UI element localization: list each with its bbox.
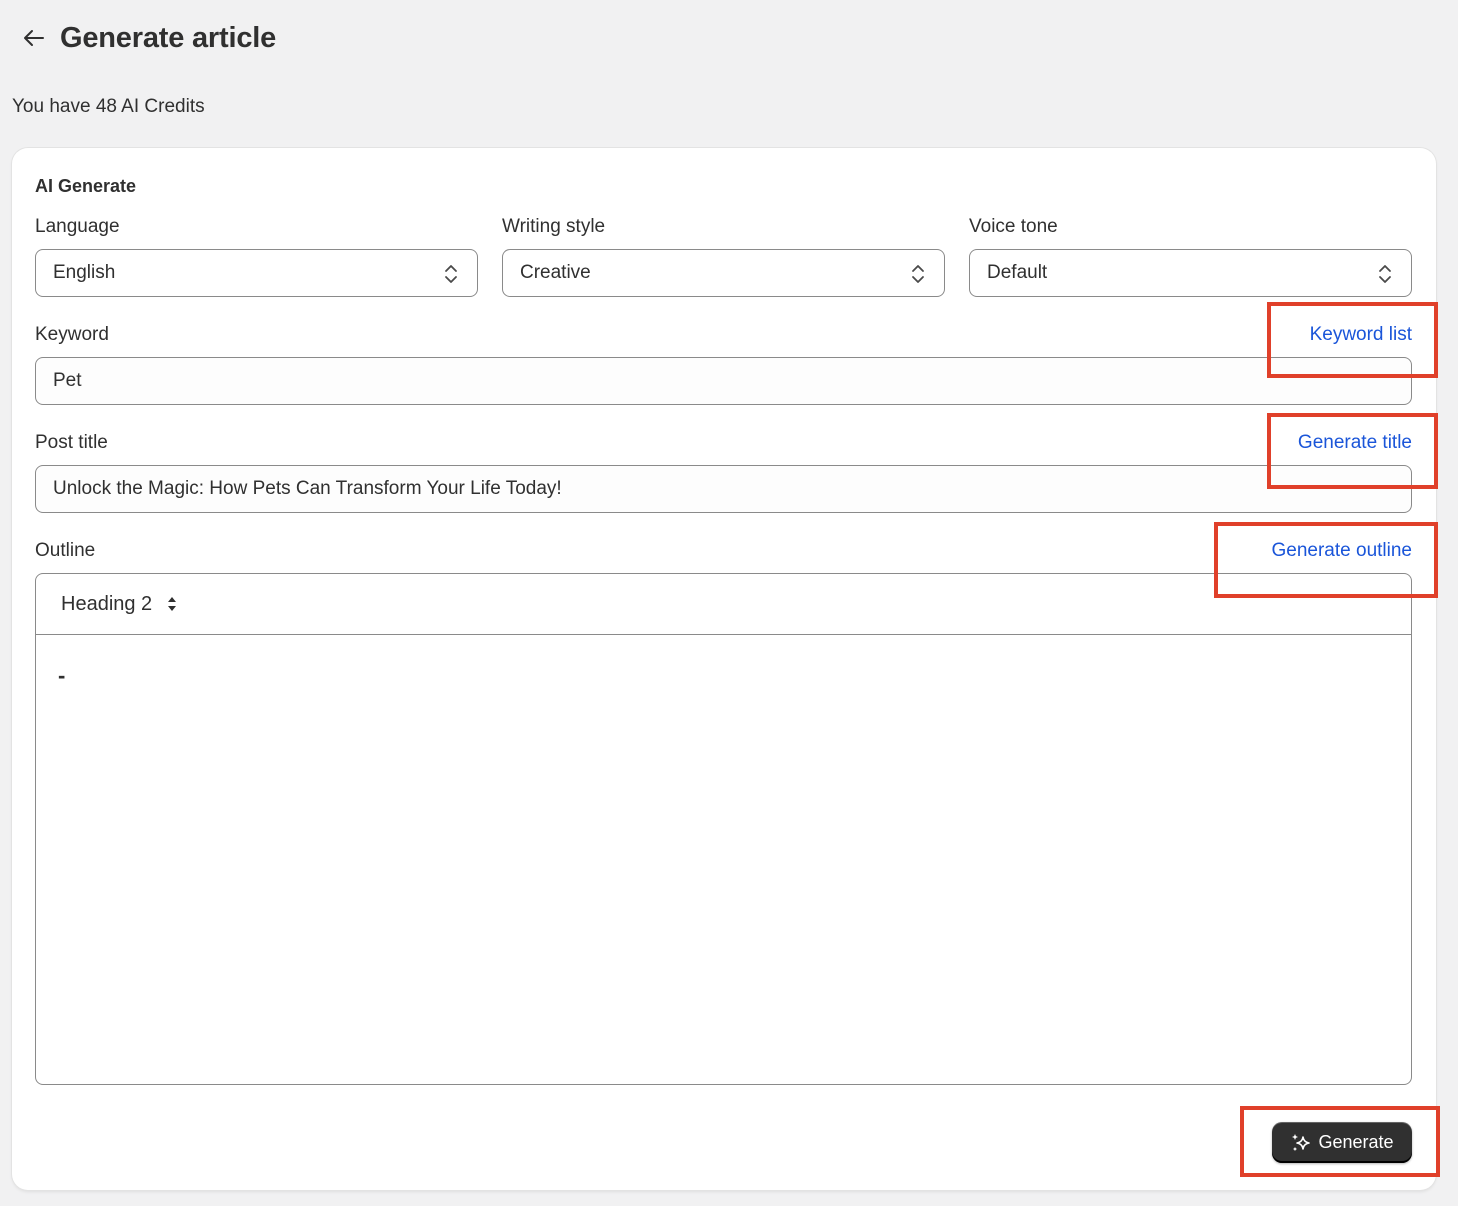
generate-title-link[interactable]: Generate title (1298, 432, 1412, 454)
keyword-value: Pet (53, 370, 82, 391)
heading-format-value: Heading 2 (61, 592, 153, 615)
generate-outline-link[interactable]: Generate outline (1272, 540, 1413, 562)
arrow-left-icon (24, 30, 44, 46)
language-value: English (53, 262, 116, 283)
generate-button-label: Generate (1318, 1132, 1394, 1152)
language-select[interactable]: English (35, 249, 478, 297)
writing-style-select[interactable]: Creative (502, 249, 945, 297)
outline-content[interactable]: - (36, 635, 1411, 717)
heading-format-select[interactable]: Heading 2 (61, 593, 178, 616)
select-chevron-icon (1379, 265, 1391, 283)
language-label: Language (35, 216, 120, 237)
voice-tone-label: Voice tone (969, 216, 1058, 237)
sparkle-icon (1292, 1133, 1311, 1151)
select-chevron-icon (445, 265, 457, 283)
select-chevron-icon (912, 265, 924, 283)
caret-up-down-icon (168, 597, 177, 611)
generate-button[interactable]: Generate (1272, 1122, 1412, 1163)
page: Generate article You have 48 AI Credits … (0, 0, 1458, 1206)
card-title: AI Generate (35, 176, 137, 196)
outline-label: Outline (35, 540, 96, 561)
ai-credits-text: You have 48 AI Credits (12, 96, 205, 117)
back-button[interactable] (18, 22, 50, 54)
post-title-label: Post title (35, 432, 108, 453)
keyword-input[interactable]: Pet (35, 357, 1412, 405)
post-title-value: Unlock the Magic: How Pets Can Transform… (53, 478, 562, 499)
keyword-label: Keyword (35, 324, 109, 345)
page-title: Generate article (60, 21, 277, 54)
voice-tone-value: Default (987, 262, 1048, 283)
post-title-input[interactable]: Unlock the Magic: How Pets Can Transform… (35, 465, 1412, 513)
writing-style-label: Writing style (502, 216, 606, 237)
outline-editor: Heading 2 - (35, 573, 1412, 1085)
keyword-list-link[interactable]: Keyword list (1310, 324, 1412, 346)
page-header: Generate article (18, 18, 276, 58)
writing-style-value: Creative (520, 262, 591, 283)
ai-generate-card: AI Generate Language English Writing sty… (12, 148, 1436, 1190)
voice-tone-select[interactable]: Default (969, 249, 1412, 297)
editor-toolbar: Heading 2 (36, 574, 1411, 635)
